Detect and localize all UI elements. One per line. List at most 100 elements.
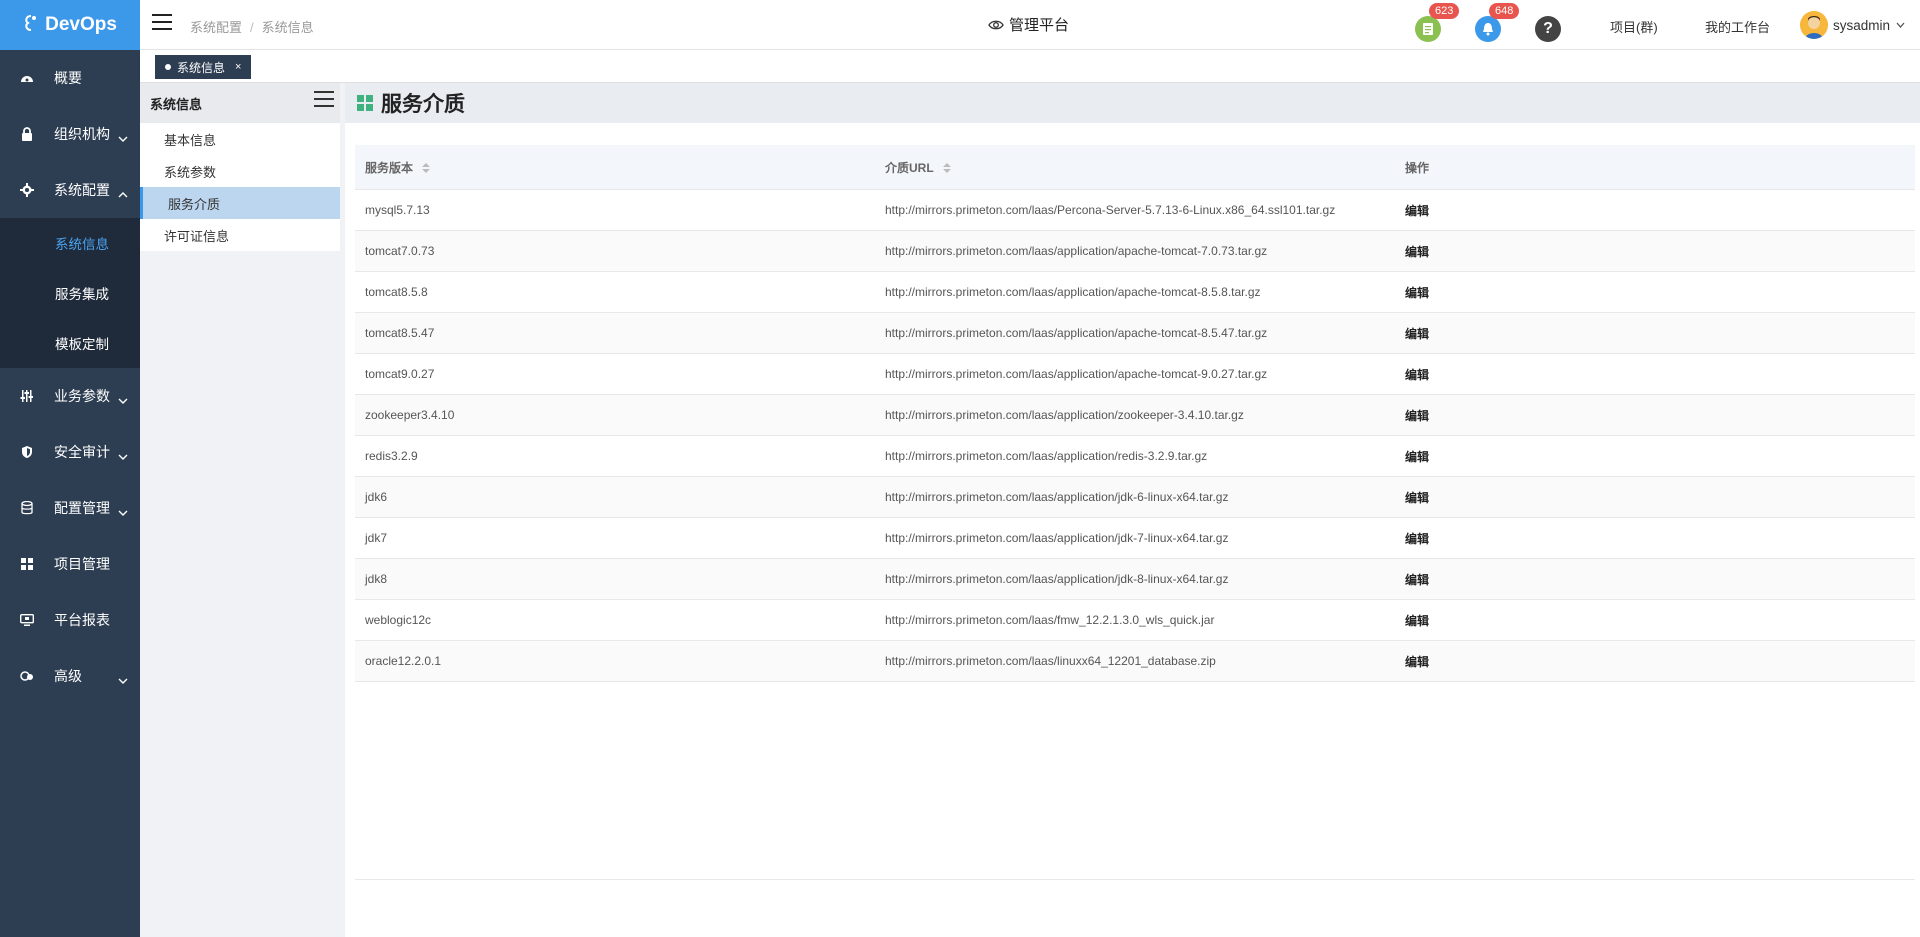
logo-text: DevOps bbox=[45, 14, 117, 35]
cell-actions: 编辑 bbox=[1395, 530, 1915, 547]
sidebar-item[interactable]: 项目管理 bbox=[0, 536, 140, 592]
edit-button[interactable]: 编辑 bbox=[1405, 491, 1429, 505]
edit-button[interactable]: 编辑 bbox=[1405, 245, 1429, 259]
sidebar-item[interactable]: 配置管理 bbox=[0, 480, 140, 536]
secondary-menu-item[interactable]: 系统参数 bbox=[140, 155, 340, 187]
table-row: jdk8 http://mirrors.primeton.com/laas/app… bbox=[355, 559, 1915, 600]
sidebar-item[interactable]: 概要 bbox=[0, 50, 140, 106]
cell-url: http://mirrors.primeton.com/laas/linuxx6… bbox=[885, 654, 1216, 668]
cell-url: http://mirrors.primeton.com/laas/applica… bbox=[885, 531, 1229, 545]
cell-version: tomcat9.0.27 bbox=[365, 367, 435, 381]
table-row: weblogic12c http://mirrors.primeton.com/l… bbox=[355, 600, 1915, 641]
table-row: tomcat9.0.27 http://mirrors.primeton.com/… bbox=[355, 354, 1915, 395]
help-button[interactable]: ? bbox=[1535, 16, 1561, 42]
sidebar-subitem[interactable]: 服务集成 bbox=[0, 268, 140, 318]
database-icon bbox=[20, 501, 34, 515]
sidebar-item[interactable]: 安全审计 bbox=[0, 424, 140, 480]
tab-system-info[interactable]: 系统信息 × bbox=[155, 55, 252, 79]
sidebar-item[interactable]: 业务参数 bbox=[0, 368, 140, 424]
tab-strip: 系统信息 × bbox=[140, 50, 1920, 83]
workspace-link[interactable]: 我的工作台 bbox=[1705, 17, 1770, 36]
column-label: 操作 bbox=[1405, 160, 1430, 175]
secondary-menu-header: 系统信息 bbox=[140, 83, 340, 123]
sidebar-item[interactable]: 组织机构 bbox=[0, 106, 140, 162]
table-row: oracle12.2.0.1 http://mirrors.primeton.co… bbox=[355, 641, 1915, 682]
edit-button[interactable]: 编辑 bbox=[1405, 450, 1429, 464]
advanced-icon bbox=[20, 669, 34, 683]
page-title: 服务介质 bbox=[381, 93, 465, 116]
edit-button[interactable]: 编辑 bbox=[1405, 655, 1429, 669]
cell-url: http://mirrors.primeton.com/laas/applica… bbox=[885, 408, 1244, 422]
eye-icon bbox=[988, 20, 1004, 29]
menu-toggle-icon[interactable] bbox=[152, 14, 172, 32]
sort-icon[interactable] bbox=[942, 163, 951, 174]
platform-switch[interactable]: 管理平台 bbox=[988, 14, 1069, 35]
sidebar-subitem[interactable]: 模板定制 bbox=[0, 318, 140, 368]
cell-actions: 编辑 bbox=[1395, 489, 1915, 506]
task-button[interactable]: 623 bbox=[1415, 3, 1460, 42]
sidebar: DevOps 概要组织机构 系统配置 系统信息 服务集成 模板定制业务参数安全审计配置管… bbox=[0, 0, 140, 937]
edit-button[interactable]: 编辑 bbox=[1405, 286, 1429, 300]
table-header: 服务版本 介质URL 操作 bbox=[355, 145, 1915, 190]
table-row: jdk6 http://mirrors.primeton.com/laas/app… bbox=[355, 477, 1915, 518]
close-icon[interactable]: × bbox=[235, 61, 241, 73]
column-header-url[interactable]: 介质URL bbox=[875, 159, 1395, 176]
cell-url: http://mirrors.primeton.com/laas/applica… bbox=[885, 326, 1268, 340]
logo[interactable]: DevOps bbox=[0, 0, 140, 50]
secondary-menu-item[interactable]: 服务介质 bbox=[140, 187, 340, 219]
sidebar-item-label: 高级 bbox=[54, 668, 82, 684]
cell-version: jdk7 bbox=[365, 531, 388, 545]
chevron-down-icon bbox=[118, 391, 128, 404]
cell-url: http://mirrors.primeton.com/laas/Percona… bbox=[885, 203, 1336, 217]
sidebar-item[interactable]: 平台报表 bbox=[0, 592, 140, 648]
sidebar-item-label: 概要 bbox=[54, 70, 82, 86]
sidebar-item[interactable]: 高级 bbox=[0, 648, 140, 704]
chevron-down-icon bbox=[1896, 22, 1905, 28]
sort-icon[interactable] bbox=[422, 163, 431, 174]
cell-actions: 编辑 bbox=[1395, 325, 1915, 342]
cell-actions: 编辑 bbox=[1395, 571, 1915, 588]
chevron-up-icon bbox=[118, 185, 128, 198]
cell-actions: 编辑 bbox=[1395, 612, 1915, 629]
cell-actions: 编辑 bbox=[1395, 366, 1915, 383]
edit-button[interactable]: 编辑 bbox=[1405, 409, 1429, 423]
secondary-menu-item[interactable]: 基本信息 bbox=[140, 123, 340, 155]
chevron-down-icon bbox=[118, 503, 128, 516]
edit-button[interactable]: 编辑 bbox=[1405, 532, 1429, 546]
cell-url: http://mirrors.primeton.com/laas/applica… bbox=[885, 490, 1229, 504]
edit-button[interactable]: 编辑 bbox=[1405, 614, 1429, 628]
breadcrumb-item[interactable]: 系统信息 bbox=[262, 20, 314, 35]
chevron-down-icon bbox=[118, 671, 128, 684]
tab-dot-icon bbox=[165, 64, 171, 70]
task-count-badge: 623 bbox=[1429, 3, 1460, 19]
sidebar-nav: 概要组织机构 系统配置 系统信息 服务集成 模板定制业务参数安全审计配置管理 项目管理 平台… bbox=[0, 50, 140, 704]
sidebar-item-label: 业务参数 bbox=[54, 388, 110, 404]
secondary-menu-item[interactable]: 许可证信息 bbox=[140, 219, 340, 251]
sidebar-subitem[interactable]: 系统信息 bbox=[0, 218, 140, 268]
user-menu[interactable]: sysadmin bbox=[1800, 11, 1905, 39]
tab-label: 系统信息 bbox=[177, 60, 226, 75]
breadcrumb-separator: / bbox=[250, 20, 254, 35]
table-row: jdk7 http://mirrors.primeton.com/laas/app… bbox=[355, 518, 1915, 559]
breadcrumb-item[interactable]: 系统配置 bbox=[190, 20, 242, 35]
bell-icon bbox=[1483, 23, 1493, 36]
devops-logo-icon bbox=[23, 14, 39, 37]
project-group-link[interactable]: 项目(群) bbox=[1610, 17, 1658, 36]
avatar bbox=[1800, 11, 1828, 39]
notification-button[interactable]: 648 bbox=[1475, 3, 1520, 42]
sliders-icon bbox=[20, 389, 34, 403]
breadcrumb: 系统配置 / 系统信息 bbox=[190, 17, 314, 36]
edit-button[interactable]: 编辑 bbox=[1405, 573, 1429, 587]
cell-actions: 编辑 bbox=[1395, 243, 1915, 260]
chevron-down-icon bbox=[118, 129, 128, 142]
edit-button[interactable]: 编辑 bbox=[1405, 327, 1429, 341]
column-header-version[interactable]: 服务版本 bbox=[355, 159, 875, 176]
collapse-menu-icon[interactable] bbox=[314, 91, 334, 107]
table-row: tomcat8.5.47 http://mirrors.primeton.com/… bbox=[355, 313, 1915, 354]
sidebar-item-label: 安全审计 bbox=[54, 444, 110, 460]
sidebar-item[interactable]: 系统配置 bbox=[0, 162, 140, 218]
table-row: tomcat7.0.73 http://mirrors.primeton.com/… bbox=[355, 231, 1915, 272]
edit-button[interactable]: 编辑 bbox=[1405, 368, 1429, 382]
platform-label: 管理平台 bbox=[1009, 17, 1070, 34]
edit-button[interactable]: 编辑 bbox=[1405, 204, 1429, 218]
